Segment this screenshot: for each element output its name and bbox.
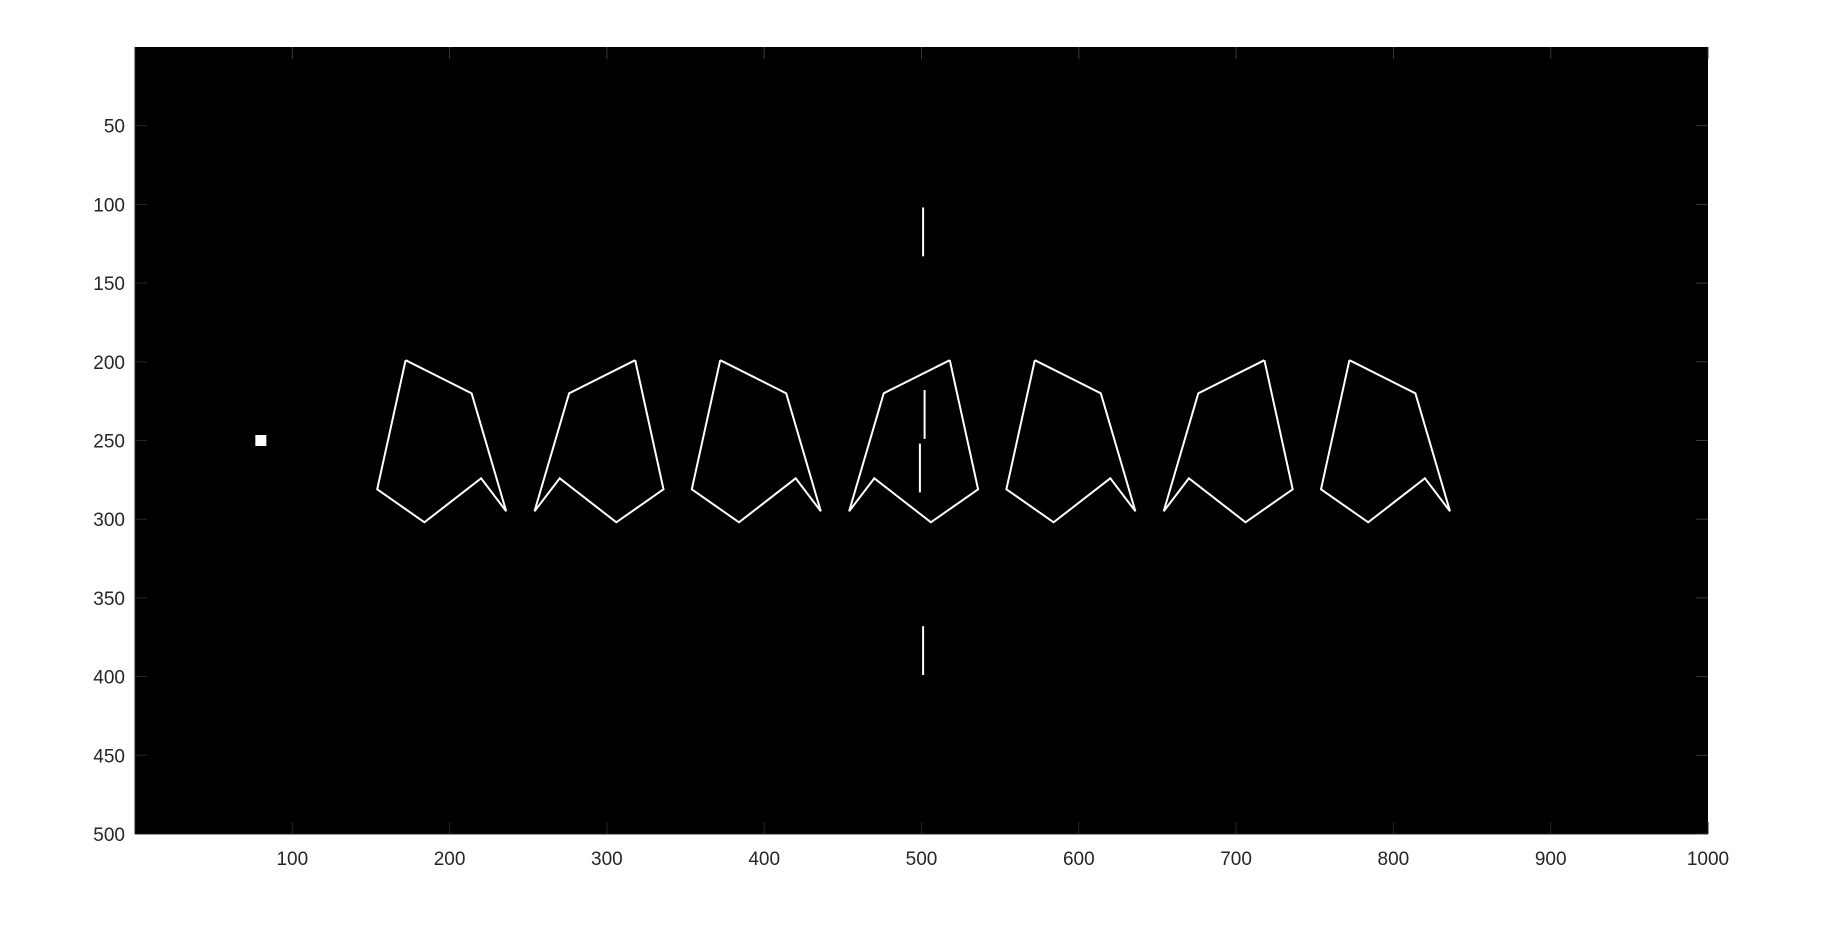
x-tick-label: 600 [1063,849,1095,870]
y-tick-label: 50 [104,117,125,138]
x-tick-label: 1000 [1687,849,1729,870]
y-tick-label: 100 [93,195,125,216]
x-tick-label: 200 [434,849,466,870]
y-tick-label: 450 [93,746,125,767]
y-tick-label: 350 [93,589,125,610]
x-tick-label: 100 [276,849,308,870]
y-tick-label: 200 [93,353,125,374]
x-tick-label: 900 [1535,849,1567,870]
y-tick-label: 150 [93,274,125,295]
small-square [255,434,267,447]
x-tick-label: 300 [591,849,623,870]
y-tick-label: 300 [93,510,125,531]
x-tick-label: 700 [1220,849,1252,870]
x-tick-label: 400 [748,849,780,870]
x-tick-label: 800 [1378,849,1410,870]
figure-canvas: 100 200 300 400 500 600 700 800 900 1000 50 100 150… [93,47,1729,870]
y-tick-label: 400 [93,668,125,689]
y-tick-label: 500 [93,825,125,846]
plot-area [135,47,1708,834]
y-tick-label: 250 [93,432,125,453]
x-tick-label: 500 [906,849,938,870]
